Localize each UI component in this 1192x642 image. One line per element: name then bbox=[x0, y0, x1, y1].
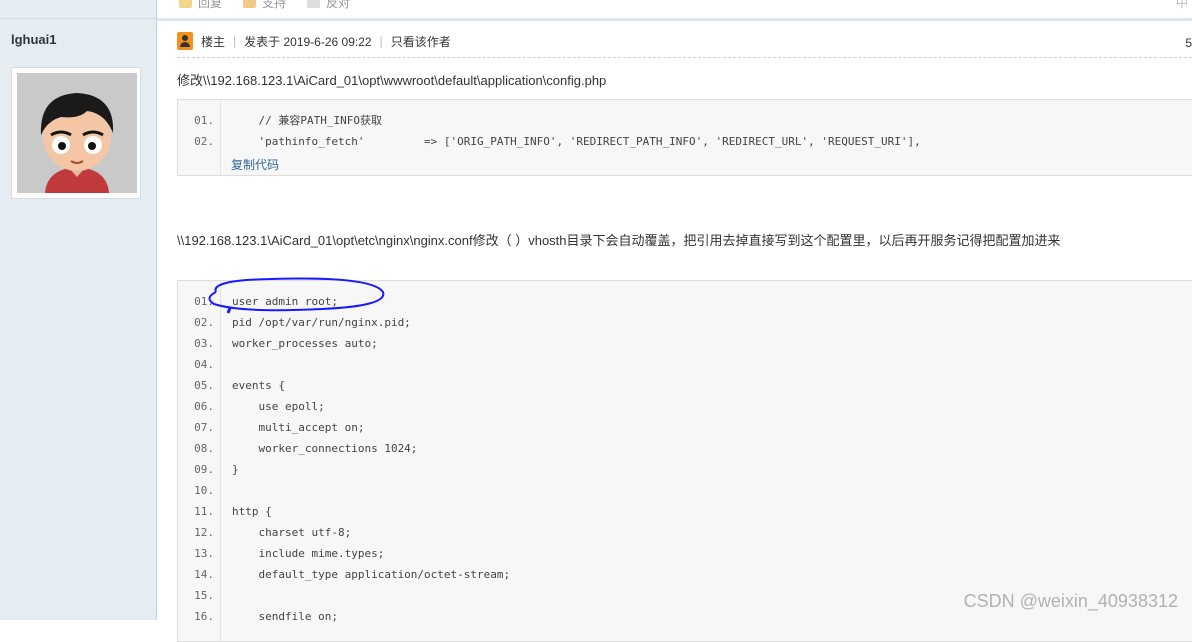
floor-number: 5 bbox=[1185, 36, 1192, 50]
post-text-nginx-path: \\192.168.123.1\AiCard_01\opt\etc\nginx\… bbox=[177, 233, 1061, 248]
post-content: 回复 支持 反对 中 楼主 | 发表于 2019-6-26 09:22 | 只看… bbox=[157, 0, 1192, 642]
line-number: 07. bbox=[194, 421, 214, 434]
divider bbox=[177, 57, 1192, 58]
code-text: include mime.types; bbox=[232, 547, 385, 560]
code-text: } bbox=[232, 463, 239, 476]
code-text: charset utf-8; bbox=[232, 526, 352, 539]
toolbar-right-text: 中 bbox=[1175, 0, 1188, 10]
line-number: 09. bbox=[194, 463, 214, 476]
code-text: 'pathinfo_fetch' => ['ORIG_PATH_INFO', '… bbox=[232, 135, 921, 148]
author-only-link[interactable]: 只看该作者 bbox=[391, 33, 451, 50]
username[interactable]: lghuai1 bbox=[11, 32, 57, 47]
sidebar-top-strip bbox=[0, 0, 156, 19]
line-number: 04. bbox=[194, 358, 214, 371]
post-meta: 楼主 | 发表于 2019-6-26 09:22 | 只看该作者 bbox=[177, 31, 451, 51]
line-number: 16. bbox=[194, 610, 214, 623]
reply-icon bbox=[179, 0, 192, 8]
thumbs-up-icon bbox=[243, 0, 256, 8]
avatar-image bbox=[17, 73, 137, 193]
line-number: 02. bbox=[194, 135, 214, 148]
code-block-1: 01. // 兼容PATH_INFO获取 02. 'pathinfo_fetch… bbox=[177, 99, 1192, 176]
post-text-config-path: 修改\\192.168.123.1\AiCard_01\opt\wwwroot\… bbox=[177, 73, 607, 88]
line-number: 13. bbox=[194, 547, 214, 560]
code-text: events { bbox=[232, 379, 285, 392]
reply-button[interactable]: 回复 bbox=[179, 0, 222, 11]
line-number: 03. bbox=[194, 337, 214, 350]
code-text: worker_connections 1024; bbox=[232, 442, 418, 455]
code-text: // 兼容PATH_INFO获取 bbox=[232, 114, 382, 127]
code-text: multi_accept on; bbox=[232, 421, 365, 434]
code-block-2: 01. user admin root; 02. pid /opt/var/run/… bbox=[177, 277, 1192, 642]
code-text: use epoll; bbox=[232, 400, 325, 413]
line-number: 08. bbox=[194, 442, 214, 455]
line-number: 15. bbox=[194, 589, 214, 602]
avatar[interactable] bbox=[11, 67, 141, 199]
code-text: worker_processes auto; bbox=[232, 337, 378, 350]
meta-separator: | bbox=[233, 34, 237, 48]
oppose-button[interactable]: 反对 bbox=[307, 0, 350, 11]
code-text: sendfile on; bbox=[232, 610, 338, 623]
line-number: 11. bbox=[194, 505, 214, 518]
thumbs-down-icon bbox=[307, 0, 320, 8]
post-action-bar: 回复 支持 反对 中 bbox=[157, 0, 1192, 21]
user-sidebar: lghuai1 bbox=[0, 0, 157, 620]
code-text: default_type application/octet-stream; bbox=[232, 568, 511, 581]
line-number: 05. bbox=[194, 379, 214, 392]
line-number: 06. bbox=[194, 400, 214, 413]
owner-label: 楼主 bbox=[201, 34, 226, 49]
meta-separator: | bbox=[379, 34, 383, 48]
copy-code-link[interactable]: 复制代码 bbox=[231, 156, 279, 173]
csdn-watermark: CSDN @weixin_40938312 bbox=[963, 591, 1178, 611]
code-text: http { bbox=[232, 505, 272, 518]
line-number: 14. bbox=[194, 568, 214, 581]
line-number: 01. bbox=[194, 114, 214, 127]
owner-icon bbox=[177, 32, 193, 50]
post-time: 发表于 2019-6-26 09:22 bbox=[244, 34, 372, 49]
line-number: 12. bbox=[194, 526, 214, 539]
line-number: 10. bbox=[194, 484, 214, 497]
support-button[interactable]: 支持 bbox=[243, 0, 286, 11]
hand-drawn-ellipse-annotation bbox=[208, 277, 385, 314]
